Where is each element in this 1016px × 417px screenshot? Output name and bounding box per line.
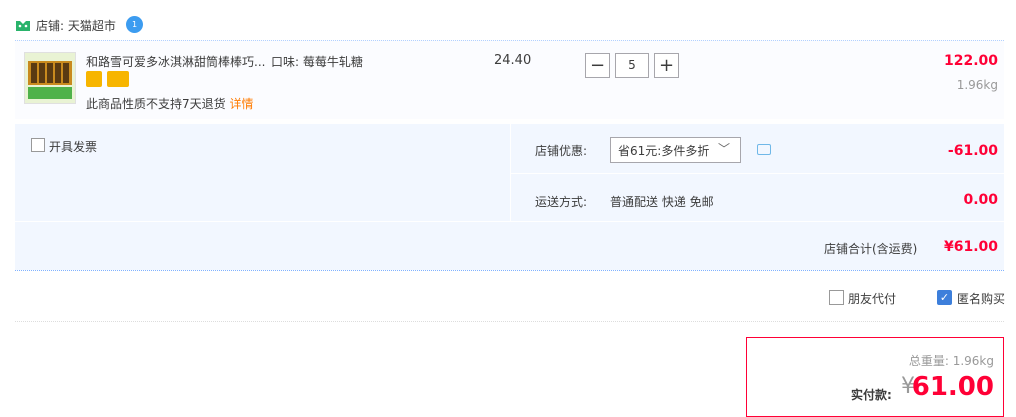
chat-icon[interactable]: 1 — [126, 16, 143, 33]
message-icon[interactable] — [757, 144, 771, 155]
quantity-input[interactable]: 5 — [615, 53, 649, 78]
item-subtotal: 122.00 — [943, 53, 998, 69]
shop-discount-label: 店铺优惠: — [535, 144, 588, 158]
divider — [510, 173, 1004, 174]
shop-total-amount: ¥61.00 — [943, 239, 998, 255]
service-badge-icon[interactable] — [86, 71, 102, 87]
divider — [15, 270, 1004, 271]
no-return-text: 此商品性质不支持7天退货 — [86, 97, 226, 111]
product-title[interactable]: 和路雪可爱多冰淇淋甜筒棒棒巧... — [86, 53, 265, 70]
quantity-increase-button[interactable]: + — [654, 53, 679, 78]
divider — [15, 221, 1004, 222]
divider — [15, 321, 1004, 322]
total-weight: 总重量: 1.96kg — [908, 354, 994, 368]
actual-payment-label: 实付款: — [851, 388, 892, 402]
invoice-checkbox[interactable] — [31, 138, 45, 152]
item-weight: 1.96kg — [956, 78, 998, 92]
friend-pay-checkbox[interactable] — [829, 290, 844, 305]
anonymous-checkbox[interactable]: ✓ — [937, 290, 952, 305]
return-policy-note: 此商品性质不支持7天退货 详情 — [86, 95, 253, 112]
card-badge-icon[interactable] — [107, 71, 129, 87]
shop-name[interactable]: 店铺: 天猫超市 — [36, 17, 116, 34]
chevron-down-icon[interactable]: ﹀ — [718, 140, 730, 157]
detail-link[interactable]: 详情 — [229, 97, 253, 111]
chat-badge-count: 1 — [131, 20, 138, 29]
product-attribute: 口味: 莓莓牛轧糖 — [271, 55, 363, 69]
invoice-label[interactable]: 开具发票 — [49, 138, 97, 155]
anonymous-label[interactable]: 匿名购买 — [957, 290, 1005, 307]
shipping-method: 普通配送 快递 免邮 — [610, 195, 714, 209]
shipping-label: 运送方式: — [535, 195, 588, 209]
product-thumbnail[interactable] — [24, 52, 76, 104]
unit-price: 24.40 — [494, 53, 532, 68]
actual-payment-amount: 61.00 — [911, 372, 994, 402]
tmall-shop-icon — [16, 21, 30, 31]
friend-pay-label[interactable]: 朋友代付 — [848, 290, 896, 307]
shop-discount-selected[interactable]: 省61元:多件多折 — [618, 142, 709, 159]
shop-discount-amount: -61.00 — [947, 143, 998, 159]
shipping-amount: 0.00 — [963, 192, 998, 208]
quantity-decrease-button[interactable]: − — [585, 53, 610, 78]
shop-total-label: 店铺合计(含运费) — [824, 242, 918, 256]
